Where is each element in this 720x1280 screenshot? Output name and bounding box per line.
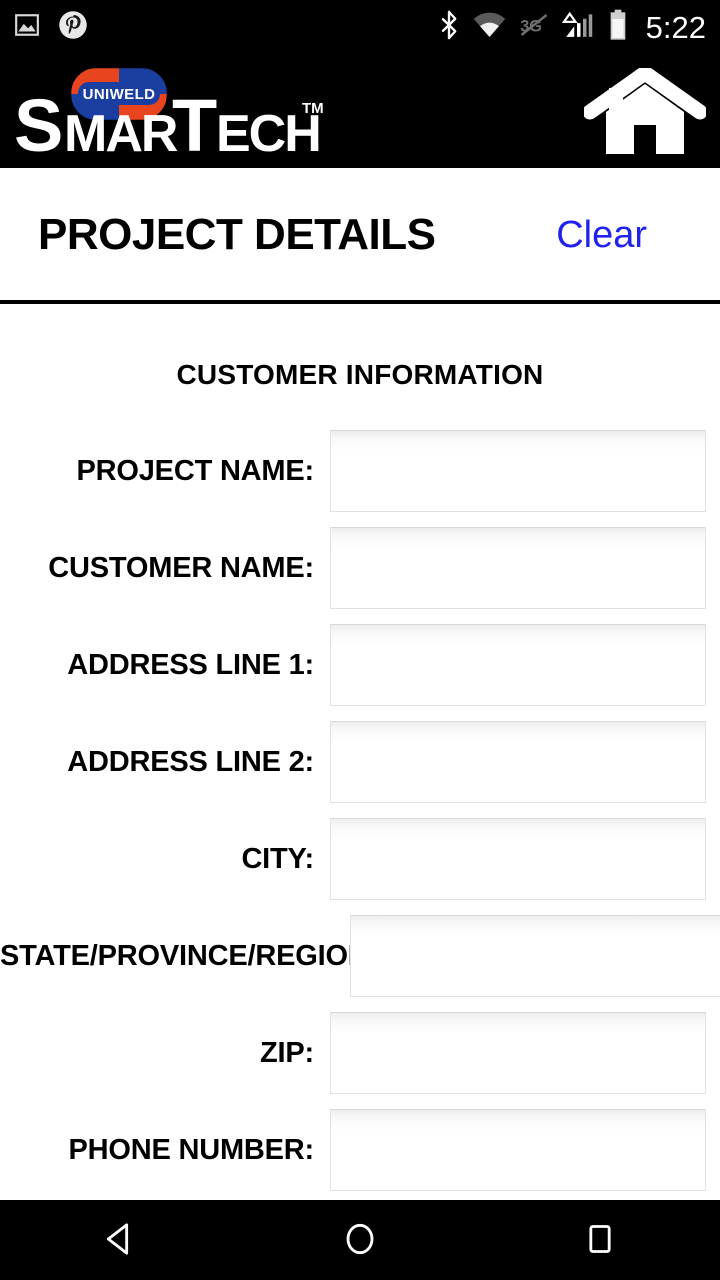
form-row-state-province-region: STATE/PROVINCE/REGION: (0, 915, 720, 997)
svg-text:S: S (14, 84, 61, 160)
form-row-zip: ZIP: (0, 1012, 720, 1094)
svg-text:T: T (172, 84, 217, 160)
smartech-logo: UNIWELD S MAR T ECH TM (12, 65, 332, 167)
status-bar: 3G 5:22 (0, 0, 720, 55)
home-icon (582, 65, 708, 159)
input-zip[interactable] (330, 1012, 706, 1094)
label-address-line-1: ADDRESS LINE 1: (67, 648, 314, 681)
form-row-address-line-1: ADDRESS LINE 1: (0, 624, 720, 706)
project-details-form: CUSTOMER INFORMATION PROJECT NAME: CUSTOM… (0, 304, 720, 1200)
label-address-line-2: ADDRESS LINE 2: (67, 745, 314, 778)
page-title-bar: PROJECT DETAILS Clear (0, 168, 720, 302)
page-title: PROJECT DETAILS (38, 210, 436, 259)
input-city[interactable] (330, 818, 706, 900)
label-project-name: PROJECT NAME: (76, 454, 315, 487)
pinterest-icon (58, 10, 88, 45)
section-heading-customer-information: CUSTOMER INFORMATION (176, 359, 544, 390)
wifi-icon (473, 12, 506, 43)
svg-text:MAR: MAR (64, 105, 178, 160)
svg-text:TM: TM (302, 100, 324, 117)
input-phone-number[interactable] (330, 1109, 706, 1191)
form-field-list: PROJECT NAME: CUSTOMER NAME: ADDRESS LINE … (0, 430, 720, 1191)
android-navigation-bar (0, 1200, 720, 1280)
form-row-city: CITY: (0, 818, 720, 900)
label-zip: ZIP: (260, 1036, 314, 1069)
nav-recents-button[interactable] (540, 1200, 660, 1280)
home-button[interactable] (580, 65, 710, 159)
input-state-province-region[interactable] (350, 915, 720, 997)
cellular-signal-icon (561, 10, 595, 45)
form-row-phone-number: PHONE NUMBER: (0, 1109, 720, 1191)
status-bar-clock: 5:22 (645, 10, 706, 45)
form-row-project-name: PROJECT NAME: (0, 430, 720, 512)
bluetooth-icon (438, 10, 460, 45)
recents-square-icon (580, 1219, 620, 1262)
input-project-name[interactable] (330, 430, 706, 512)
screenshot-icon (14, 12, 40, 43)
svg-text:UNIWELD: UNIWELD (83, 86, 156, 103)
nav-back-button[interactable] (60, 1200, 180, 1280)
input-address-line-2[interactable] (330, 721, 706, 803)
status-bar-notifications (14, 10, 88, 45)
mobile-data-off-icon: 3G (519, 12, 549, 43)
form-row-customer-name: CUSTOMER NAME: (0, 527, 720, 609)
status-bar-system-icons: 3G 5:22 (438, 9, 706, 46)
label-city: CITY: (241, 842, 314, 875)
battery-icon (608, 9, 628, 46)
nav-home-button[interactable] (300, 1200, 420, 1280)
label-phone-number: PHONE NUMBER: (68, 1133, 314, 1166)
clear-button[interactable]: Clear (552, 210, 651, 260)
label-customer-name: CUSTOMER NAME: (48, 551, 314, 584)
app-header: UNIWELD S MAR T ECH TM (0, 55, 720, 168)
home-circle-icon (340, 1219, 380, 1262)
input-address-line-1[interactable] (330, 624, 706, 706)
input-customer-name[interactable] (330, 527, 706, 609)
back-triangle-icon (100, 1219, 140, 1262)
app-screen: 3G 5:22 (0, 0, 720, 1280)
label-state-province-region: STATE/PROVINCE/REGION: (0, 939, 378, 972)
form-row-address-line-2: ADDRESS LINE 2: (0, 721, 720, 803)
